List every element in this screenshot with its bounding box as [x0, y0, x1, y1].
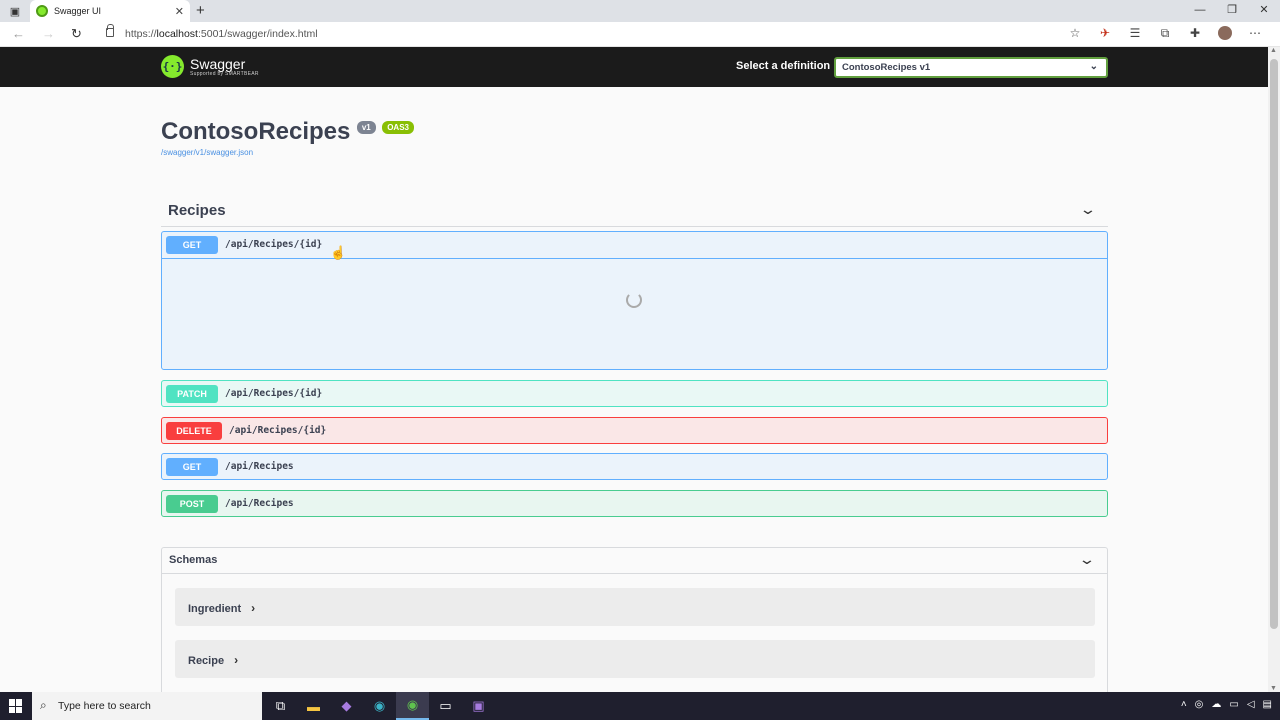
definition-label: Select a definition [736, 60, 831, 72]
extension-icon[interactable]: ✈ [1090, 26, 1120, 41]
url-scheme: https:// [125, 28, 157, 40]
taskbar-search[interactable]: ⌕ Type here to search [32, 692, 262, 720]
volume-icon[interactable]: ◁ [1247, 699, 1255, 710]
operation-body [162, 258, 1107, 370]
definition-select[interactable]: ContosoRecipes v1 ⌄ [834, 57, 1108, 78]
toolbar-icons: ☆ ✈ ☰ ⧉ ✚ ⋯ [1060, 26, 1270, 41]
swagger-topbar: {·} Swagger Supported by SMARTBEAR Selec… [0, 47, 1268, 87]
tray-app-icon[interactable]: ◎ [1195, 699, 1204, 710]
operation-post-recipe[interactable]: POST /api/Recipes [161, 490, 1108, 517]
collapse-chevron-icon[interactable]: ⌄ [1078, 551, 1096, 568]
operation-patch-recipe[interactable]: PATCH /api/Recipes/{id} [161, 380, 1108, 407]
operation-path: /api/Recipes [225, 461, 294, 472]
visual-studio-alt-icon[interactable]: ▣ [462, 692, 495, 720]
scroll-up-icon[interactable]: ▲ [1270, 47, 1277, 54]
api-info: ContosoRecipes v1 OAS3 /swagger/v1/swagg… [161, 118, 414, 157]
schema-model-ingredient[interactable]: Ingredient › [175, 588, 1095, 626]
swagger-logo-icon: {·} [161, 55, 184, 78]
mouse-cursor-icon: ☝ [330, 245, 347, 260]
schema-model-recipe[interactable]: Recipe › [175, 640, 1095, 678]
network-icon[interactable]: ▭ [1229, 699, 1238, 710]
oas-badge: OAS3 [382, 121, 414, 134]
search-icon: ⌕ [40, 698, 47, 712]
operation-path: /api/Recipes/{id} [225, 388, 323, 399]
tab-title: Swagger UI [54, 6, 102, 16]
system-tray: ˄ ◎ ☁ ▭ ◁ ▤ [1181, 699, 1272, 710]
method-badge: GET [166, 236, 218, 254]
search-placeholder: Type here to search [58, 700, 151, 712]
tab-close-icon[interactable]: ✕ [175, 5, 184, 18]
swagger-logo[interactable]: {·} Swagger Supported by SMARTBEAR [161, 55, 259, 78]
onedrive-icon[interactable]: ☁ [1211, 699, 1221, 710]
edge-dev-icon[interactable]: ◉ [396, 692, 429, 720]
windows-start-icon[interactable] [9, 699, 23, 713]
more-menu-icon[interactable]: ⋯ [1240, 26, 1270, 41]
tab-actions-icon[interactable]: ▣ [6, 3, 24, 19]
visual-studio-icon[interactable]: ◆ [330, 692, 363, 720]
model-name: Ingredient [188, 603, 242, 615]
method-badge: GET [166, 458, 218, 476]
url-host: localhost [156, 28, 198, 40]
file-explorer-icon[interactable]: ▬ [297, 692, 330, 720]
edge-icon[interactable]: ◉ [363, 692, 396, 720]
operation-delete-recipe[interactable]: DELETE /api/Recipes/{id} [161, 417, 1108, 444]
chevron-right-icon: › [251, 601, 256, 615]
forward-icon[interactable]: → [42, 26, 55, 41]
scroll-thumb[interactable] [1270, 59, 1278, 629]
reload-icon[interactable]: ↻ [71, 26, 82, 42]
window-controls: — ❐ ✕ [1184, 0, 1280, 22]
method-badge: DELETE [166, 422, 222, 440]
favorites-icon[interactable]: ☰ [1120, 26, 1150, 41]
api-title: ContosoRecipes [161, 118, 351, 145]
collapse-chevron-icon[interactable]: ⌄ [1079, 201, 1097, 218]
profile-avatar[interactable] [1218, 26, 1232, 40]
notifications-icon[interactable]: ▤ [1263, 699, 1272, 710]
schemas-header[interactable]: Schemas ⌄ [162, 548, 1107, 574]
operation-path: /api/Recipes [225, 498, 294, 509]
task-view-icon[interactable]: ⧉ [264, 692, 297, 720]
tray-chevron-icon[interactable]: ˄ [1181, 699, 1187, 710]
minimize-button[interactable]: — [1184, 0, 1216, 22]
close-window-button[interactable]: ✕ [1248, 0, 1280, 22]
browser-tab[interactable]: Swagger UI ✕ [30, 0, 190, 22]
logo-subtitle: Supported by SMARTBEAR [190, 70, 259, 77]
back-icon[interactable]: ← [12, 26, 25, 41]
model-name: Recipe [188, 655, 225, 667]
address-bar[interactable]: https://localhost:5001/swagger/index.htm… [125, 28, 318, 40]
lock-icon[interactable] [106, 24, 114, 37]
terminal-icon[interactable]: ▭ [429, 692, 462, 720]
operation-path: /api/Recipes/{id} [229, 425, 327, 436]
page-scrollbar[interactable]: ▲ ▼ [1268, 47, 1280, 692]
swagger-favicon-icon [36, 5, 48, 17]
loading-spinner-icon [626, 292, 642, 308]
method-badge: POST [166, 495, 218, 513]
taskbar-apps: ⧉ ▬ ◆ ◉ ◉ ▭ ▣ [264, 692, 495, 720]
windows-taskbar: ⌕ Type here to search ⧉ ▬ ◆ ◉ ◉ ▭ ▣ ˄ ◎ … [0, 692, 1280, 720]
browser-toolbar: ← → ↻ https://localhost:5001/swagger/ind… [0, 22, 1280, 47]
favorite-star-icon[interactable]: ☆ [1060, 26, 1090, 41]
spec-link[interactable]: /swagger/v1/swagger.json [161, 148, 414, 157]
chevron-down-icon: ⌄ [1089, 61, 1098, 72]
scroll-down-icon[interactable]: ▼ [1270, 685, 1277, 692]
browser-tab-bar: ▣ Swagger UI ✕ + — ❐ ✕ [0, 0, 1280, 22]
section-title: Recipes [168, 202, 226, 219]
operation-get-recipes[interactable]: GET /api/Recipes [161, 453, 1108, 480]
recipes-section-header[interactable]: Recipes ⌄ [161, 198, 1108, 227]
method-badge: PATCH [166, 385, 218, 403]
extensions-puzzle-icon[interactable]: ✚ [1180, 26, 1210, 41]
logo-name: Swagger [190, 55, 246, 72]
schemas-title: Schemas [169, 554, 218, 566]
version-badge: v1 [356, 121, 376, 134]
url-path: :5001/swagger/index.html [197, 28, 318, 40]
chevron-right-icon: › [234, 653, 239, 667]
definition-value: ContosoRecipes v1 [842, 62, 931, 73]
restore-button[interactable]: ❐ [1216, 0, 1248, 22]
operation-path: /api/Recipes/{id} [225, 239, 323, 250]
schemas-section: Schemas ⌄ Ingredient › Recipe › [161, 547, 1108, 697]
collections-icon[interactable]: ⧉ [1150, 26, 1180, 41]
new-tab-button[interactable]: + [196, 2, 205, 19]
